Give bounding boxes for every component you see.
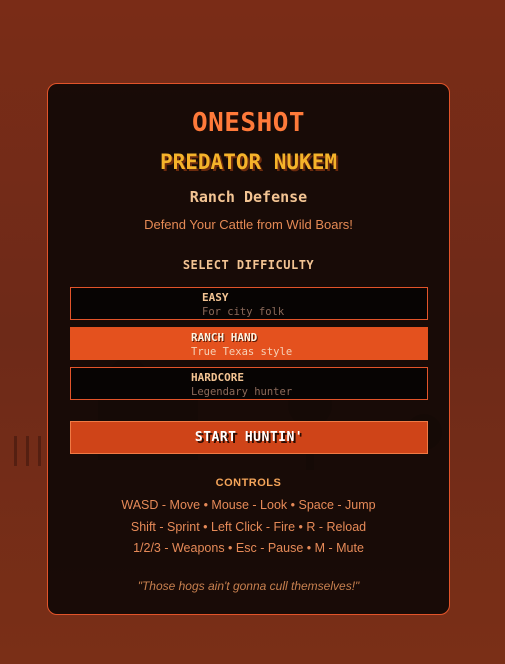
controls-line-actions: Shift - Sprint • Left Click - Fire • R -… [130,520,367,534]
difficulty-heading: SELECT DIFFICULTY [182,258,315,272]
game-subtitle: PREDATOR NUKEM [159,150,337,174]
game-mode-label: Ranch Defense [189,188,308,206]
tagline: Defend Your Cattle from Wild Boars! [144,217,353,232]
start-menu-panel: ONESHOT PREDATOR NUKEM Ranch Defense Def… [47,83,450,615]
difficulty-option-hardcore[interactable]: HARDCORE Legendary hunter [70,367,428,400]
fence-silhouette [14,436,41,466]
difficulty-description: True Texas style [191,346,293,358]
controls-line-movement: WASD - Move • Mouse - Look • Space - Jum… [121,498,376,512]
difficulty-name: RANCH HAND [191,331,258,344]
difficulty-name: EASY [202,291,229,304]
difficulty-option-easy[interactable]: EASY For city folk [70,287,428,320]
start-huntin-button[interactable]: START HUNTIN' [70,421,428,454]
difficulty-option-ranch-hand[interactable]: RANCH HAND True Texas style [70,327,428,360]
difficulty-name: HARDCORE [191,371,244,384]
flavor-quote: "Those hogs ain't gonna cull themselves!… [137,579,360,593]
difficulty-description: Legendary hunter [191,386,293,398]
controls-line-system: 1/2/3 - Weapons • Esc - Pause • M - Mute [133,541,364,555]
game-title: ONESHOT [191,108,306,138]
controls-heading: CONTROLS [215,477,282,489]
difficulty-description: For city folk [202,306,285,318]
